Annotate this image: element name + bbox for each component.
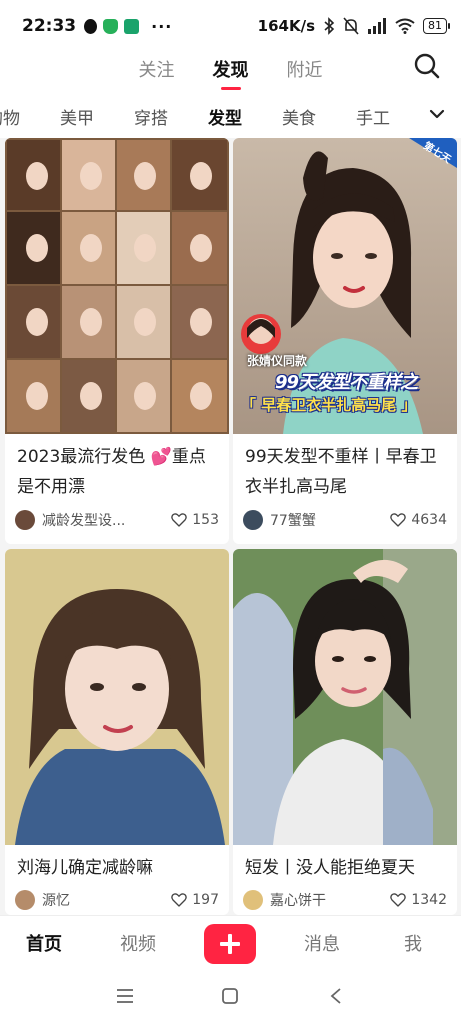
avatar[interactable] <box>15 510 35 530</box>
heart-icon <box>171 513 188 527</box>
category-shopping[interactable]: 购物 <box>0 104 20 129</box>
overlay-headline: 99天发型不重样之 <box>275 372 418 393</box>
status-time: 22:33 <box>22 16 77 36</box>
home-icon[interactable] <box>221 987 239 1005</box>
note-card[interactable]: 第七天 张婧仪同款 99天发型不重样之 「 早春卫衣半扎高马尾 」 99天发型不… <box>233 138 457 544</box>
avatar[interactable] <box>243 890 263 910</box>
note-card[interactable]: 刘海儿确定减龄嘛 源忆 197 <box>5 549 229 915</box>
qq-icon <box>84 18 98 34</box>
category-food[interactable]: 美食 <box>282 104 316 129</box>
like-count: 153 <box>192 512 219 528</box>
note-title: 刘海儿确定减龄嘛 <box>17 858 153 878</box>
author-name[interactable]: 嘉心饼干 <box>270 890 389 910</box>
high-ponytail-photo: 第七天 张婧仪同款 99天发型不重样之 「 早春卫衣半扎高马尾 」 <box>233 138 457 434</box>
author-name[interactable]: 减龄发型设... <box>42 510 170 530</box>
category-bar: 购物 美甲 穿搭 发型 美食 手工 护肤 <box>0 92 461 138</box>
like-button[interactable]: 1342 <box>389 891 447 909</box>
system-navigation <box>0 971 461 1024</box>
note-card[interactable]: 短发丨没人能拒绝夏天 嘉心饼干 1342 <box>233 549 457 915</box>
feed-tabs: 关注 发现 附近 <box>0 52 461 90</box>
nav-home[interactable]: 首页 <box>26 930 62 956</box>
nav-messages[interactable]: 消息 <box>304 930 340 956</box>
heart-icon <box>390 513 407 527</box>
like-count: 197 <box>192 892 219 908</box>
hair-color-collage-photo <box>5 138 229 434</box>
heart-icon <box>171 893 188 907</box>
top-navigation: 关注 发现 附近 <box>0 52 461 92</box>
chevron-down-icon[interactable] <box>427 104 447 124</box>
overlay-caption: 张婧仪同款 <box>247 354 308 368</box>
category-handcraft[interactable]: 手工 <box>356 104 390 129</box>
status-bar: 22:33 ··· 164K/s 81 <box>0 0 461 52</box>
search-icon[interactable] <box>413 52 441 80</box>
category-nails[interactable]: 美甲 <box>60 104 94 129</box>
bangs-bob-photo <box>5 549 229 845</box>
mute-icon <box>343 17 359 35</box>
network-speed: 164K/s <box>257 17 315 35</box>
battery-icon: 81 <box>423 18 450 34</box>
note-title: 短发丨没人能拒绝夏天 <box>245 858 415 878</box>
publish-button[interactable] <box>204 924 256 964</box>
more-dots-icon: ··· <box>151 16 173 36</box>
note-title: 99天发型不重样丨早春卫衣半扎高马尾 <box>245 447 437 497</box>
wifi-icon <box>395 18 415 34</box>
back-icon[interactable] <box>329 987 343 1005</box>
author-name[interactable]: 77蟹蟹 <box>270 510 389 530</box>
note-card[interactable]: 2023最流行发色 💕重点是不用漂 减龄发型设... 153 <box>5 138 229 544</box>
short-hair-summer-photo <box>233 549 457 845</box>
like-button[interactable]: 4634 <box>389 511 447 529</box>
like-button[interactable]: 197 <box>170 891 219 909</box>
tab-nearby[interactable]: 附近 <box>287 52 323 82</box>
overlay-subtitle: 「 早春卫衣半扎高马尾 」 <box>241 396 417 414</box>
avatar[interactable] <box>15 890 35 910</box>
tab-following[interactable]: 关注 <box>139 52 175 82</box>
bluetooth-icon <box>324 17 335 35</box>
author-name[interactable]: 源忆 <box>42 890 170 910</box>
avatar[interactable] <box>243 510 263 530</box>
note-feed: 2023最流行发色 💕重点是不用漂 减龄发型设... 153 第七天 张婧仪同款… <box>0 138 461 915</box>
category-hairstyle[interactable]: 发型 <box>208 104 242 129</box>
bottom-navigation: 首页 视频 消息 我 <box>0 915 461 971</box>
category-outfits[interactable]: 穿搭 <box>134 104 168 129</box>
nav-profile[interactable]: 我 <box>404 930 422 956</box>
like-count: 1342 <box>411 892 447 908</box>
nav-video[interactable]: 视频 <box>120 930 156 956</box>
heart-icon <box>390 893 407 907</box>
like-button[interactable]: 153 <box>170 511 219 529</box>
shield-icon <box>103 18 119 34</box>
app-icon <box>124 18 140 34</box>
like-count: 4634 <box>411 512 447 528</box>
tab-discover[interactable]: 发现 <box>213 52 249 90</box>
menu-icon[interactable] <box>115 987 135 1005</box>
note-title: 2023最流行发色 💕重点是不用漂 <box>17 447 206 497</box>
signal-icon <box>368 18 386 34</box>
